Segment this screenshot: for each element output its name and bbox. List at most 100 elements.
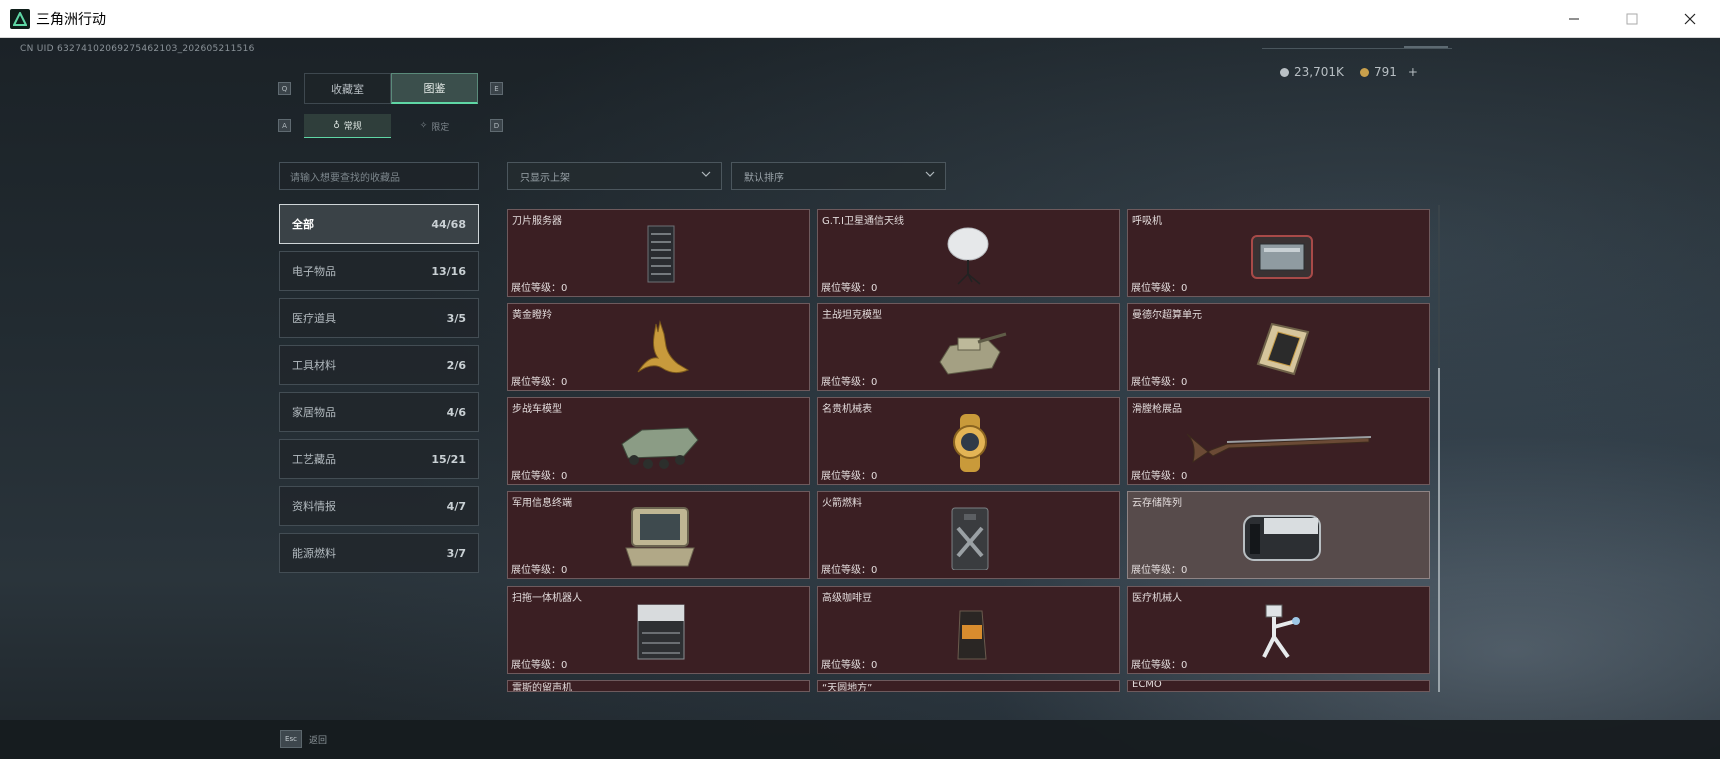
collection-item-card[interactable]: 呼吸机 展位等级：0	[1127, 209, 1430, 297]
watch-icon	[953, 414, 987, 472]
subtab-regular[interactable]: ♁ 常规	[304, 114, 391, 138]
category-count: 15/21	[431, 452, 466, 466]
item-level: 展位等级：0	[511, 471, 568, 482]
top-divider-accent	[1404, 46, 1448, 48]
robot-vacuum-icon	[637, 604, 685, 660]
category-count: 3/5	[446, 311, 466, 325]
category-household[interactable]: 家居物品 4/6	[279, 392, 479, 432]
collection-item-card[interactable]: 军用信息终端 展位等级：0	[507, 491, 810, 579]
ifv-model-icon	[621, 427, 699, 469]
medical-robot-icon	[1262, 604, 1300, 659]
collection-item-card[interactable]: 步战车模型 展位等级：0	[507, 397, 810, 485]
military-terminal-icon	[625, 507, 695, 567]
shelf-filter-dropdown[interactable]: 只显示上架	[507, 162, 722, 190]
category-all[interactable]: 全部 44/68	[279, 204, 479, 244]
category-tools[interactable]: 工具材料 2/6	[279, 345, 479, 385]
top-divider	[1262, 48, 1452, 49]
tab-collection-room[interactable]: 收藏室	[304, 73, 391, 104]
item-name: 雷斯的留声机	[512, 683, 572, 692]
collection-item-card[interactable]: 主战坦克模型 展位等级：0	[817, 303, 1120, 391]
item-level: 展位等级：0	[1131, 471, 1188, 482]
silver-coin-icon	[1280, 67, 1289, 77]
category-count: 4/6	[446, 405, 466, 419]
window-titlebar: 三角洲行动	[0, 0, 1720, 38]
category-crafts[interactable]: 工艺藏品 15/21	[279, 439, 479, 479]
item-level: 展位等级：0	[821, 377, 878, 388]
item-name: 火箭燃料	[822, 498, 862, 509]
subtab-limited[interactable]: ✧ 限定	[391, 114, 478, 138]
collection-item-card[interactable]: 名贵机械表 展位等级：0	[817, 397, 1120, 485]
maximize-button[interactable]	[1603, 0, 1661, 38]
item-name: 滑膛枪展品	[1132, 404, 1182, 415]
collection-item-card[interactable]: 刀片服务器 展位等级：0	[507, 209, 810, 297]
item-name: 呼吸机	[1132, 216, 1162, 227]
back-label[interactable]: 返回	[309, 733, 327, 746]
category-energy[interactable]: 能源燃料 3/7	[279, 533, 479, 573]
item-name: 医疗机械人	[1132, 593, 1182, 604]
collection-item-card[interactable]: 曼德尔超算单元 展位等级：0	[1127, 303, 1430, 391]
close-button[interactable]	[1661, 0, 1719, 38]
item-level: 展位等级：0	[821, 283, 878, 294]
collection-item-card[interactable]: “天圆地方”	[817, 680, 1120, 692]
collection-item-card[interactable]: G.T.I卫星通信天线 展位等级：0	[817, 209, 1120, 297]
collection-item-card[interactable]: 扫拖一体机器人 展位等级：0	[507, 586, 810, 674]
minimize-button[interactable]	[1545, 0, 1603, 38]
item-name: 曼德尔超算单元	[1132, 310, 1202, 321]
collection-item-card[interactable]: 火箭燃料 展位等级：0	[817, 491, 1120, 579]
gold-coin-icon	[1360, 67, 1369, 77]
esc-key-hint[interactable]: Esc	[280, 730, 302, 748]
item-level: 展位等级：0	[1131, 660, 1188, 671]
gold-amount: 791	[1374, 65, 1397, 79]
server-icon	[647, 225, 675, 283]
item-name: 高级咖啡豆	[822, 593, 872, 604]
key-hint-e: E	[490, 82, 503, 95]
silver-currency: 23,701K	[1280, 65, 1344, 79]
collection-item-card[interactable]: 黄金瞪羚 展位等级：0	[507, 303, 810, 391]
item-name: 云存储阵列	[1132, 498, 1182, 509]
category-label: 工艺藏品	[292, 453, 336, 466]
category-label: 家居物品	[292, 406, 336, 419]
rocket-fuel-icon	[951, 507, 989, 570]
add-currency-button[interactable]: +	[1408, 65, 1418, 79]
dropdown-value: 默认排序	[744, 172, 784, 184]
category-label: 全部	[292, 218, 314, 231]
item-level: 展位等级：0	[511, 283, 568, 294]
collection-item-card[interactable]: 医疗机械人 展位等级：0	[1127, 586, 1430, 674]
satellite-dish-icon	[947, 227, 989, 285]
maximize-icon	[1626, 13, 1638, 25]
item-name: G.T.I卫星通信天线	[822, 216, 904, 227]
silver-amount: 23,701K	[1294, 65, 1344, 79]
collection-item-card[interactable]: ECMO	[1127, 680, 1430, 692]
key-hint-a: A	[278, 119, 291, 132]
collection-item-card[interactable]: 雷斯的留声机	[507, 680, 810, 692]
gold-gazelle-icon	[637, 320, 690, 374]
item-name: 名贵机械表	[822, 404, 872, 415]
tab-label: 收藏室	[331, 82, 364, 96]
subtab-label: 常规	[343, 122, 362, 132]
category-label: 工具材料	[292, 359, 336, 372]
sort-dropdown[interactable]: 默认排序	[731, 162, 946, 190]
collection-item-card[interactable]: 高级咖啡豆 展位等级：0	[817, 586, 1120, 674]
category-electronics[interactable]: 电子物品 13/16	[279, 251, 479, 291]
tab-catalog[interactable]: 图鉴	[391, 73, 478, 104]
grid-scrollbar-thumb[interactable]	[1438, 368, 1440, 692]
item-level: 展位等级：0	[1131, 283, 1188, 294]
collection-search-input[interactable]: 请输入想要查找的收藏品	[279, 162, 479, 190]
subtab-label: 限定	[431, 122, 450, 133]
category-count: 4/7	[446, 499, 466, 513]
collection-item-card-highlighted[interactable]: 云存储阵列 展位等级：0	[1127, 491, 1430, 579]
supercomputer-unit-icon	[1256, 322, 1310, 376]
item-level: 展位等级：0	[511, 377, 568, 388]
item-name: ECMO	[1132, 680, 1162, 690]
footer-bar	[0, 720, 1720, 759]
close-icon	[1684, 13, 1696, 25]
category-intel[interactable]: 资料情报 4/7	[279, 486, 479, 526]
item-name: 扫拖一体机器人	[512, 593, 582, 604]
category-medical[interactable]: 医疗道具 3/5	[279, 298, 479, 338]
category-count: 44/68	[431, 217, 466, 231]
collection-item-card[interactable]: 滑膛枪展品 展位等级：0	[1127, 397, 1430, 485]
player-uid: CN UID 6327410206927546210З_202605211516	[20, 44, 255, 54]
item-name: 刀片服务器	[512, 216, 562, 227]
item-level: 展位等级：0	[821, 471, 878, 482]
musket-icon	[1186, 433, 1372, 464]
